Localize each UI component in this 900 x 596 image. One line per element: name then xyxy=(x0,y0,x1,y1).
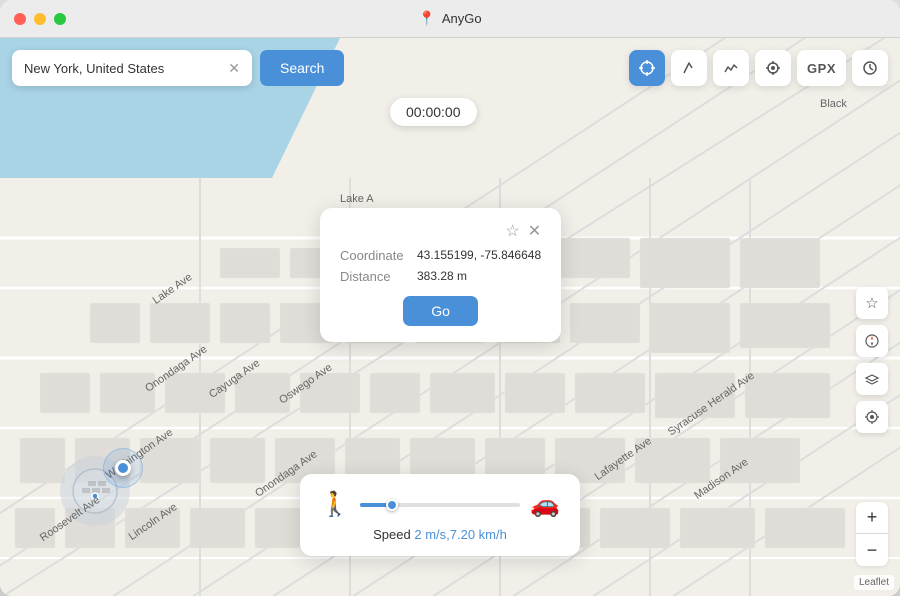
coordinate-label: Coordinate xyxy=(340,248,405,263)
crosshair-tool-button[interactable] xyxy=(629,50,665,86)
speed-slider-thumb xyxy=(386,499,398,511)
leaflet-attribution: Leaflet xyxy=(854,575,894,590)
distance-label: Distance xyxy=(340,269,405,284)
zoom-in-button[interactable]: + xyxy=(856,502,888,534)
speed-slider[interactable] xyxy=(360,503,520,507)
car-icon: 🚗 xyxy=(530,490,560,519)
window-controls xyxy=(14,13,66,25)
distance-row: Distance 383.28 m xyxy=(340,269,541,284)
speed-label: Speed 2 m/s,7.20 km/h xyxy=(320,527,560,542)
timer-display: 00:00:00 xyxy=(390,98,477,126)
right-tools: ☆ xyxy=(856,287,888,433)
multi-spot-button[interactable] xyxy=(713,50,749,86)
speed-prefix: Speed xyxy=(373,527,411,542)
pin-icon: 📍 xyxy=(418,10,435,27)
right-layers-button[interactable] xyxy=(856,363,888,395)
zoom-out-button[interactable]: − xyxy=(856,534,888,566)
coordinate-row: Coordinate 43.155199, -75.846648 xyxy=(340,248,541,263)
app-title: AnyGo xyxy=(442,11,482,26)
popup-star-button[interactable]: ☆ xyxy=(505,224,519,240)
coordinate-value: 43.155199, -75.846648 xyxy=(417,248,541,263)
go-button[interactable]: Go xyxy=(403,296,478,326)
speed-panel: 🚶 🚗 Speed 2 m/s,7.20 km/h xyxy=(300,474,580,556)
toolbar-right: GPX xyxy=(629,50,888,86)
app-title-container: 📍 AnyGo xyxy=(418,10,481,27)
search-input[interactable] xyxy=(24,61,228,76)
minimize-button[interactable] xyxy=(34,13,46,25)
street-label-lake-a: Lake A xyxy=(340,193,374,205)
search-button[interactable]: Search xyxy=(260,50,344,86)
popup-close-button[interactable]: ✕ xyxy=(528,224,541,240)
joystick-button[interactable] xyxy=(755,50,791,86)
street-label-black: Black xyxy=(820,98,847,110)
speed-value: 2 m/s,7.20 km/h xyxy=(414,527,506,542)
history-button[interactable] xyxy=(852,50,888,86)
close-button[interactable] xyxy=(14,13,26,25)
single-spot-button[interactable] xyxy=(671,50,707,86)
titlebar: 📍 AnyGo xyxy=(0,0,900,38)
map-area[interactable]: Lake Ave Lake A Madison Onondaga Ave Cay… xyxy=(0,38,900,596)
gpx-button[interactable]: GPX xyxy=(797,50,846,86)
location-dot xyxy=(115,460,131,476)
popup-header: ☆ ✕ xyxy=(340,224,541,240)
walk-icon: 🚶 xyxy=(320,490,350,519)
speed-controls-row: 🚶 🚗 xyxy=(320,490,560,519)
maximize-button[interactable] xyxy=(54,13,66,25)
right-target-button[interactable] xyxy=(856,401,888,433)
distance-value: 383.28 m xyxy=(417,269,467,284)
app-window: 📍 AnyGo xyxy=(0,0,900,596)
search-box[interactable]: ✕ xyxy=(12,50,252,86)
toolbar: ✕ Search xyxy=(12,50,888,86)
coordinate-popup: ☆ ✕ Coordinate 43.155199, -75.846648 Dis… xyxy=(320,208,561,342)
clear-icon[interactable]: ✕ xyxy=(228,60,240,77)
right-compass-button[interactable] xyxy=(856,325,888,357)
zoom-controls: + − xyxy=(856,502,888,566)
right-star-button[interactable]: ☆ xyxy=(856,287,888,319)
